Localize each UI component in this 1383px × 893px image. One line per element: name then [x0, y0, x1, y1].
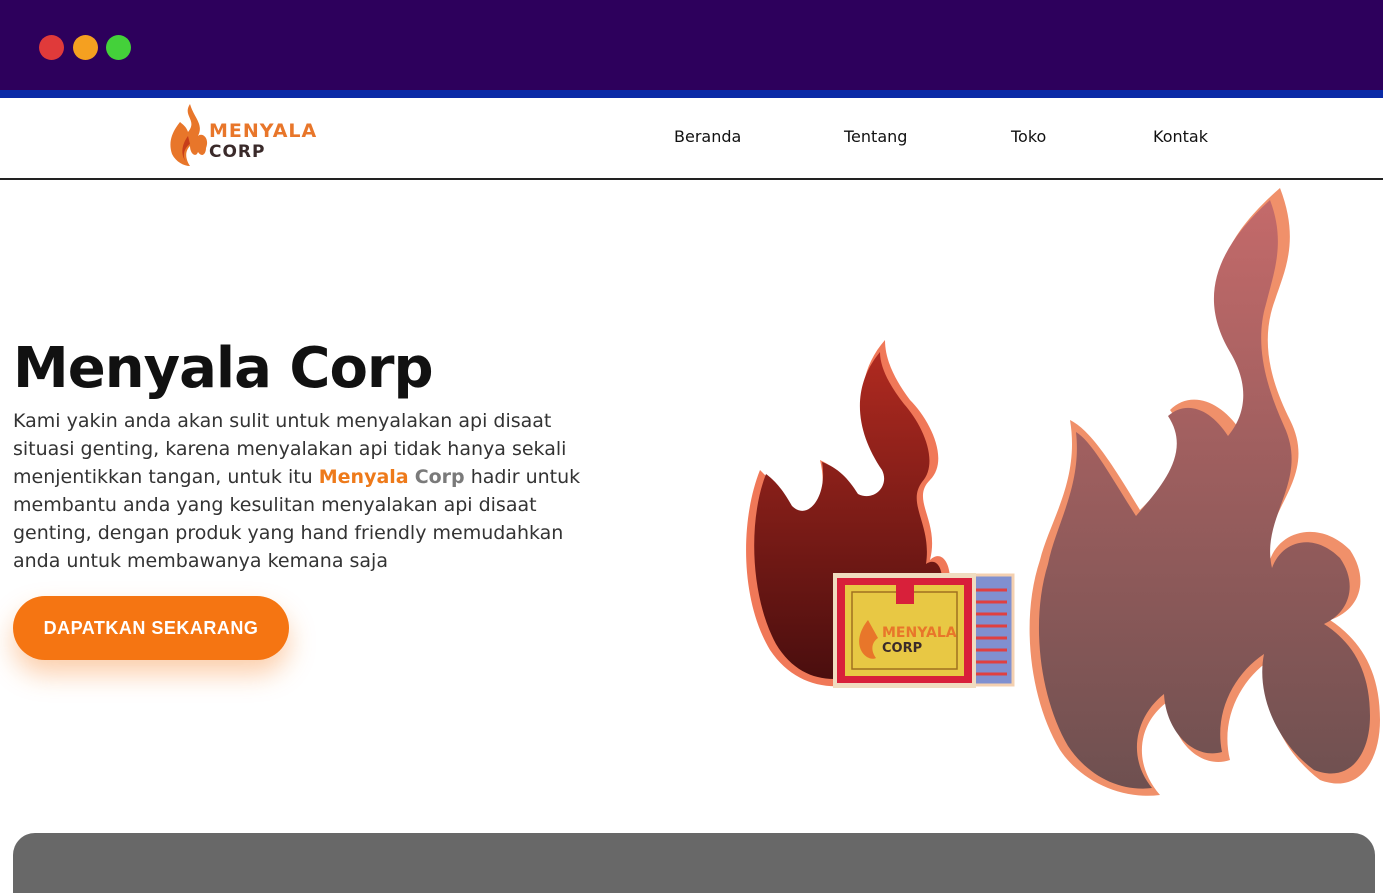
titlebar-accent-stripe: [0, 90, 1383, 98]
close-window-button[interactable]: [39, 35, 64, 60]
hero-title: Menyala Corp: [13, 336, 434, 401]
next-section-panel: [13, 833, 1375, 893]
maximize-window-button[interactable]: [106, 35, 131, 60]
hero-brand-corp: Corp: [414, 466, 465, 488]
nav-link-kontak[interactable]: Kontak: [1153, 127, 1208, 146]
brand-logo[interactable]: MENYALA CORP: [168, 102, 318, 168]
nav-link-beranda[interactable]: Beranda: [674, 127, 741, 146]
matchbox-logo-menyala: MENYALA: [882, 625, 957, 641]
window-titlebar: [0, 0, 1383, 90]
matchbox-illustration: MENYALA CORP: [833, 573, 1015, 688]
hero-description: Kami yakin anda akan sulit untuk menyala…: [13, 407, 603, 575]
flame-logo-icon: [170, 104, 208, 166]
logo-text-menyala: MENYALA: [209, 120, 318, 142]
flame-illustration: MENYALA CORP: [746, 188, 1380, 796]
get-now-button[interactable]: DAPATKAN SEKARANG: [13, 596, 289, 660]
nav-link-tentang[interactable]: Tentang: [844, 127, 907, 146]
navbar: MENYALA CORP Beranda Tentang Toko Kontak: [0, 98, 1383, 180]
logo-text-corp: CORP: [209, 142, 266, 162]
matchbox-logo-corp: CORP: [882, 641, 922, 656]
nav-link-toko[interactable]: Toko: [1011, 127, 1046, 146]
hero-brand-menyala: Menyala: [318, 466, 409, 488]
minimize-window-button[interactable]: [73, 35, 98, 60]
